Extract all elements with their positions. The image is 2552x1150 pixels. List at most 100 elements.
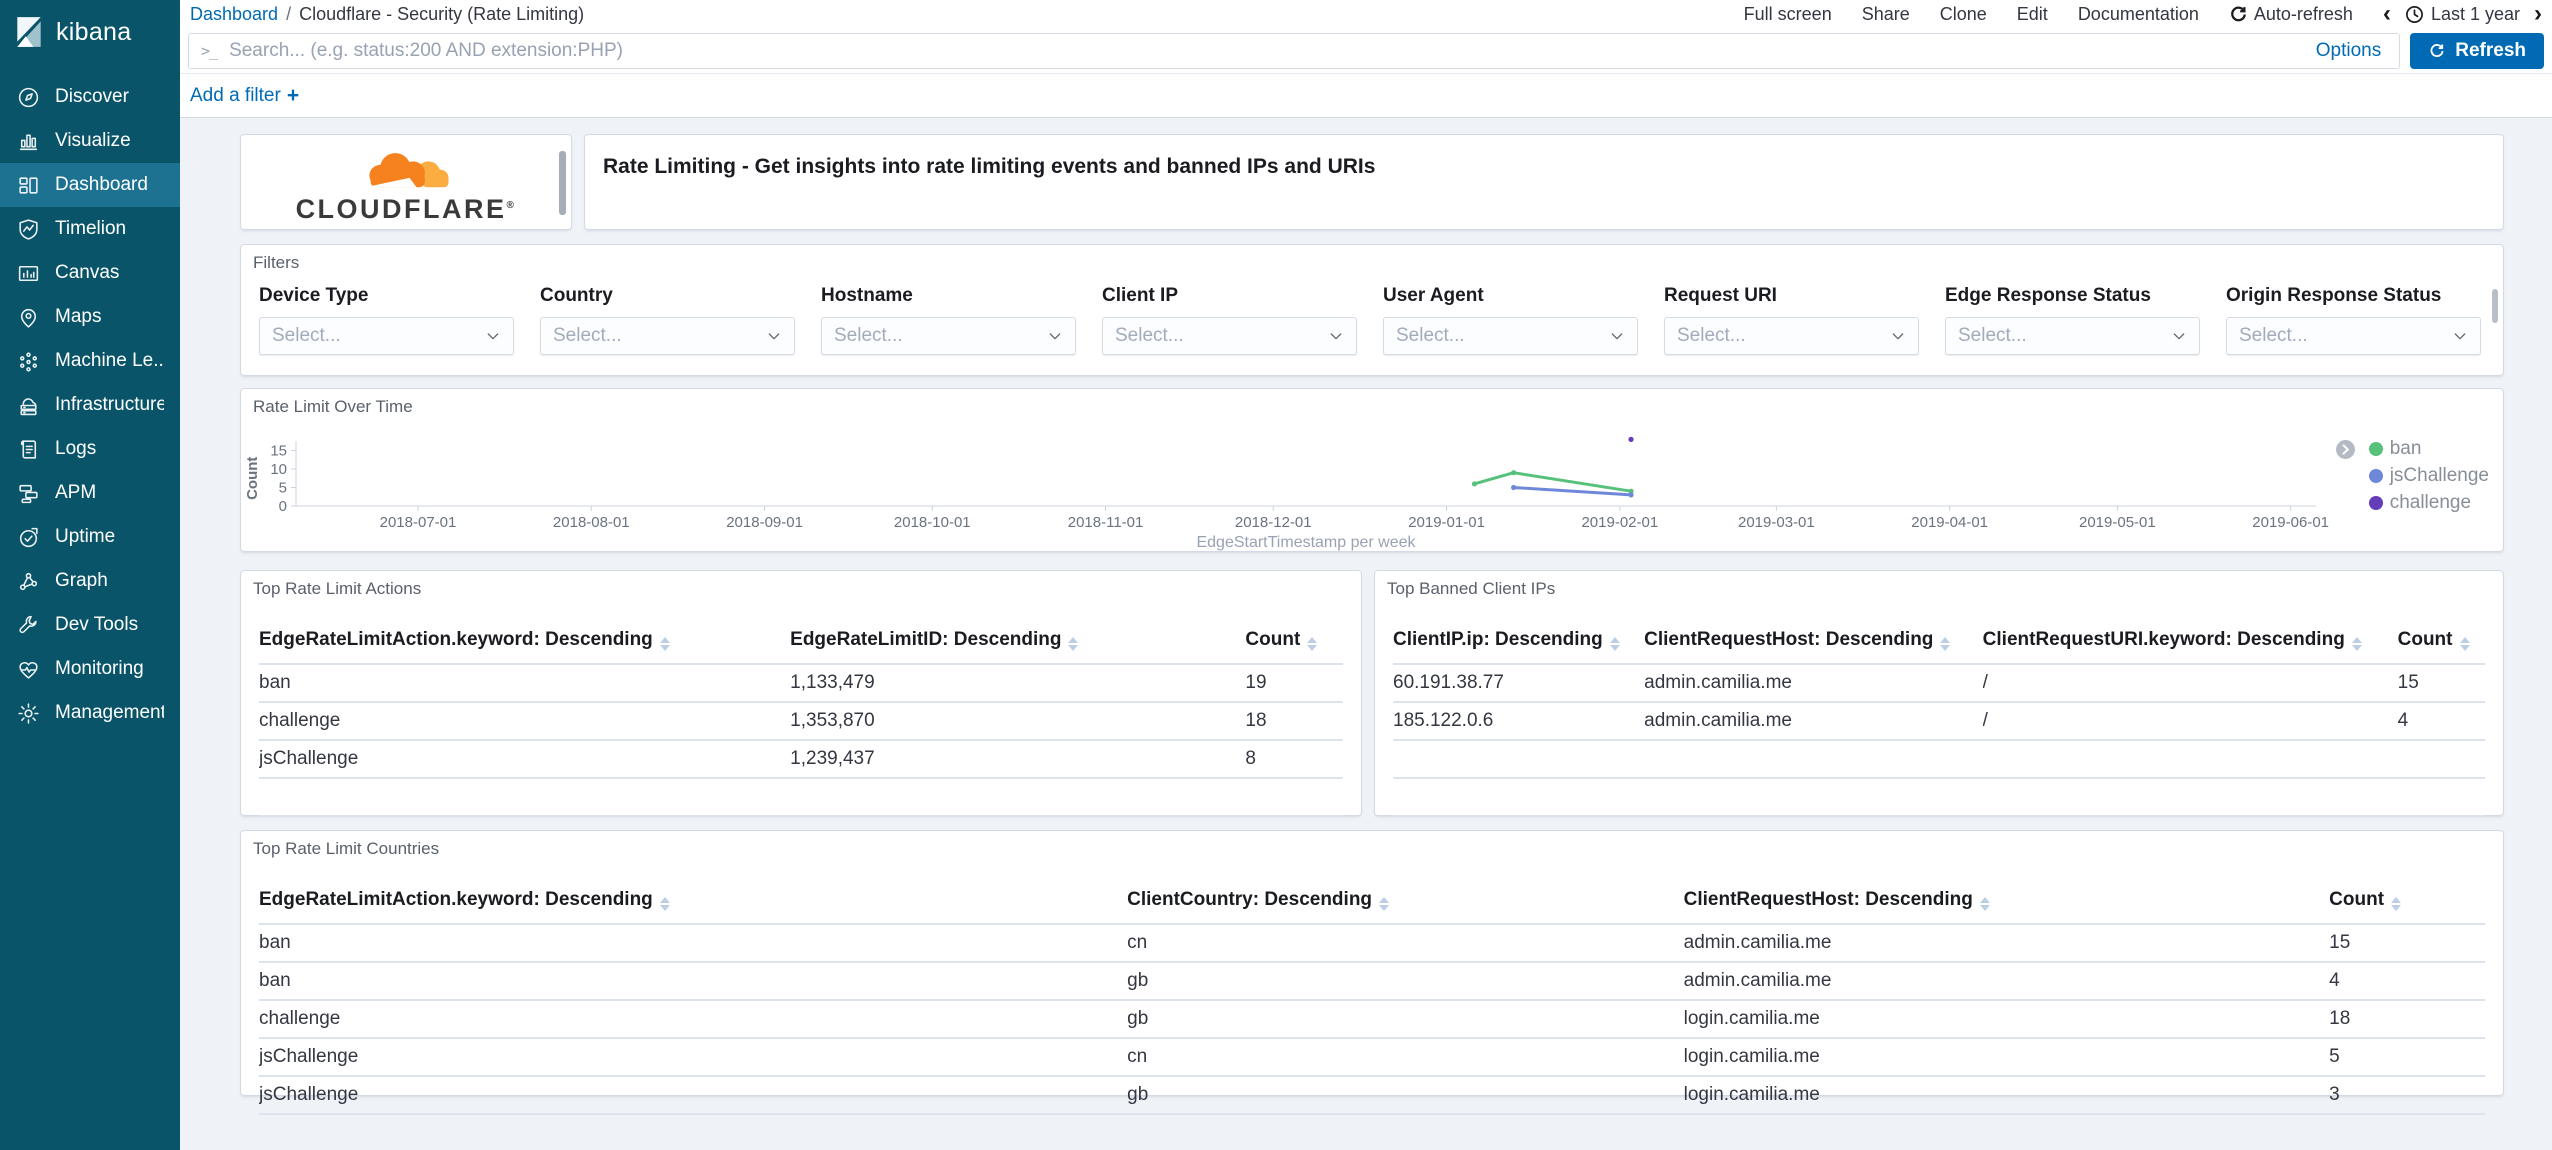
auto-refresh-button[interactable]: Auto-refresh <box>2229 4 2353 25</box>
sidebar-item-logs[interactable]: Logs <box>0 427 180 471</box>
time-forward-chevron-icon[interactable]: › <box>2534 2 2542 26</box>
column-header[interactable]: Count <box>2329 889 2485 924</box>
search-input[interactable]: >_ Search... (e.g. status:200 AND extens… <box>188 32 2401 69</box>
column-header[interactable]: EdgeRateLimitAction.keyword: Descending <box>259 629 790 664</box>
column-header[interactable]: ClientCountry: Descending <box>1127 889 1684 924</box>
sidebar-item-dev-tools[interactable]: Dev Tools <box>0 603 180 647</box>
filters-panel: Filters Device Type Select... Country Selec… <box>240 244 2504 376</box>
query-bar: >_ Search... (e.g. status:200 AND extens… <box>180 28 2552 74</box>
sidebar-item-visualize[interactable]: Visualize <box>0 119 180 163</box>
sort-icon[interactable] <box>1379 897 1390 911</box>
table-cell: 1,353,870 <box>790 701 1246 740</box>
refresh-button[interactable]: Refresh <box>2410 32 2544 69</box>
add-filter-button[interactable]: Add a filter + <box>190 84 299 108</box>
top-action-documentation[interactable]: Documentation <box>2078 4 2199 25</box>
filter-field-client-ip: Client IP Select... <box>1102 285 1357 355</box>
sidebar-item-graph[interactable]: Graph <box>0 559 180 603</box>
panel-scrollbar[interactable] <box>2492 289 2498 323</box>
table-cell: 18 <box>2329 999 2485 1038</box>
sort-icon[interactable] <box>1068 637 1079 651</box>
sort-icon[interactable] <box>2351 637 2362 651</box>
filter-select-country[interactable]: Select... <box>540 317 795 355</box>
sort-icon[interactable] <box>659 637 670 651</box>
top-action-clone[interactable]: Clone <box>1940 4 1987 25</box>
time-navigation: ‹ Last 1 year › <box>2383 2 2542 26</box>
y-axis-tick-label: 15 <box>270 443 287 460</box>
panel-scrollbar[interactable] <box>559 151 566 215</box>
top-action-edit[interactable]: Edit <box>2017 4 2048 25</box>
column-header-label: ClientRequestHost: Descending <box>1644 629 1934 650</box>
table-cell: 8 <box>1245 739 1343 778</box>
legend-item-challenge[interactable]: challenge <box>2335 492 2489 513</box>
table-cell: 185.122.0.6 <box>1393 701 1645 740</box>
time-range-picker[interactable]: Last 1 year <box>2405 4 2520 25</box>
column-header-label: ClientRequestURI.keyword: Descending <box>1982 629 2345 650</box>
sort-icon[interactable] <box>659 897 670 911</box>
sort-icon[interactable] <box>1609 637 1620 651</box>
filter-select-client-ip[interactable]: Select... <box>1102 317 1357 355</box>
breadcrumb-dashboard-link[interactable]: Dashboard <box>190 4 278 25</box>
column-header[interactable]: ClientIP.ip: Descending <box>1393 629 1644 664</box>
sort-icon[interactable] <box>1979 897 1990 911</box>
sidebar-item-maps[interactable]: Maps <box>0 295 180 339</box>
top-bar: Dashboard / Cloudflare - Security (Rate … <box>180 0 2552 28</box>
top-action-full-screen[interactable]: Full screen <box>1744 4 1832 25</box>
filter-select-request-uri[interactable]: Select... <box>1664 317 1919 355</box>
column-header[interactable]: ClientRequestHost: Descending <box>1644 629 1983 664</box>
filter-label: Hostname <box>821 285 913 306</box>
sort-icon[interactable] <box>2391 897 2402 911</box>
legend-label: ban <box>2389 438 2422 459</box>
column-header[interactable]: ClientRequestURI.keyword: Descending <box>1983 629 2398 664</box>
sidebar-item-management[interactable]: Management <box>0 691 180 735</box>
query-options-link[interactable]: Options <box>2310 40 2387 62</box>
sort-icon[interactable] <box>1940 637 1951 651</box>
filter-select-origin-response-status[interactable]: Select... <box>2226 317 2481 355</box>
compass-icon <box>18 87 39 107</box>
rate-limit-line-chart: 05 1015 Count 2018-07-01 2018-08-01 2018-09-0… <box>244 436 2329 551</box>
sidebar-item-infrastructure[interactable]: Infrastructure <box>0 383 180 427</box>
top-action-share[interactable]: Share <box>1862 4 1910 25</box>
sidebar-item-timelion[interactable]: Timelion <box>0 207 180 251</box>
search-placeholder: Search... (e.g. status:200 AND extension… <box>229 39 623 61</box>
sidebar-item-discover[interactable]: Discover <box>0 75 180 119</box>
data-table-banned: ClientIP.ip: Descending ClientRequestHost… <box>1393 629 2485 817</box>
filter-select-device-type[interactable]: Select... <box>259 317 514 355</box>
column-header[interactable]: EdgeRateLimitAction.keyword: Descending <box>259 889 1127 924</box>
column-header[interactable]: Count <box>2398 629 2485 664</box>
table-panel-title: Top Banned Client IPs <box>1387 579 1556 598</box>
breadcrumb-current: Cloudflare - Security (Rate Limiting) <box>299 3 585 24</box>
table-row: challenge 1,353,870 18 <box>259 701 1343 740</box>
cloudflare-cloud-icon <box>347 152 465 198</box>
column-header[interactable]: EdgeRateLimitID: Descending <box>790 629 1245 664</box>
sort-icon[interactable] <box>2459 637 2470 651</box>
filter-select-hostname[interactable]: Select... <box>821 317 1076 355</box>
chevron-down-icon <box>1049 333 1061 340</box>
legend-item-ban[interactable]: ban <box>2335 438 2489 460</box>
table-container: EdgeRateLimitAction.keyword: Descending E… <box>241 629 1361 817</box>
sort-icon[interactable] <box>1307 637 1318 651</box>
sidebar-item-monitoring[interactable]: Monitoring <box>0 647 180 691</box>
column-header[interactable]: Count <box>1245 629 1343 664</box>
console-prompt-icon: >_ <box>201 41 218 60</box>
dashboard-description-text: Rate Limiting - Get insights into rate l… <box>603 155 1376 178</box>
sidebar-item-apm[interactable]: APM <box>0 471 180 515</box>
sidebar-item-uptime[interactable]: Uptime <box>0 515 180 559</box>
column-header[interactable]: ClientRequestHost: Descending <box>1684 889 2330 924</box>
kibana-logo[interactable]: kibana <box>0 0 180 59</box>
table-row: ban cn admin.camilia.me 15 <box>259 923 2485 962</box>
table-cell: admin.camilia.me <box>1644 701 1983 740</box>
table-row: jsChallenge gb login.camilia.me 3 <box>259 1075 2485 1115</box>
sidebar-item-machine-le[interactable]: Machine Le... <box>0 339 180 383</box>
table-cell: 4 <box>2397 701 2485 740</box>
filter-select-edge-response-status[interactable]: Select... <box>1945 317 2200 355</box>
sidebar-item-dashboard[interactable]: Dashboard <box>0 163 180 207</box>
chevron-down-icon <box>2173 333 2185 340</box>
sidebar-item-canvas[interactable]: Canvas <box>0 251 180 295</box>
table-row: 185.122.0.6 admin.camilia.me/4 <box>1393 701 2485 740</box>
legend-item-jsChallenge[interactable]: jsChallenge <box>2335 465 2489 486</box>
filter-select-user-agent[interactable]: Select... <box>1383 317 1638 355</box>
legend-expand-icon[interactable] <box>2335 439 2362 460</box>
sidebar-item-label: Discover <box>55 86 129 107</box>
select-placeholder: Select... <box>553 325 622 346</box>
time-back-chevron-icon[interactable]: ‹ <box>2383 2 2391 26</box>
